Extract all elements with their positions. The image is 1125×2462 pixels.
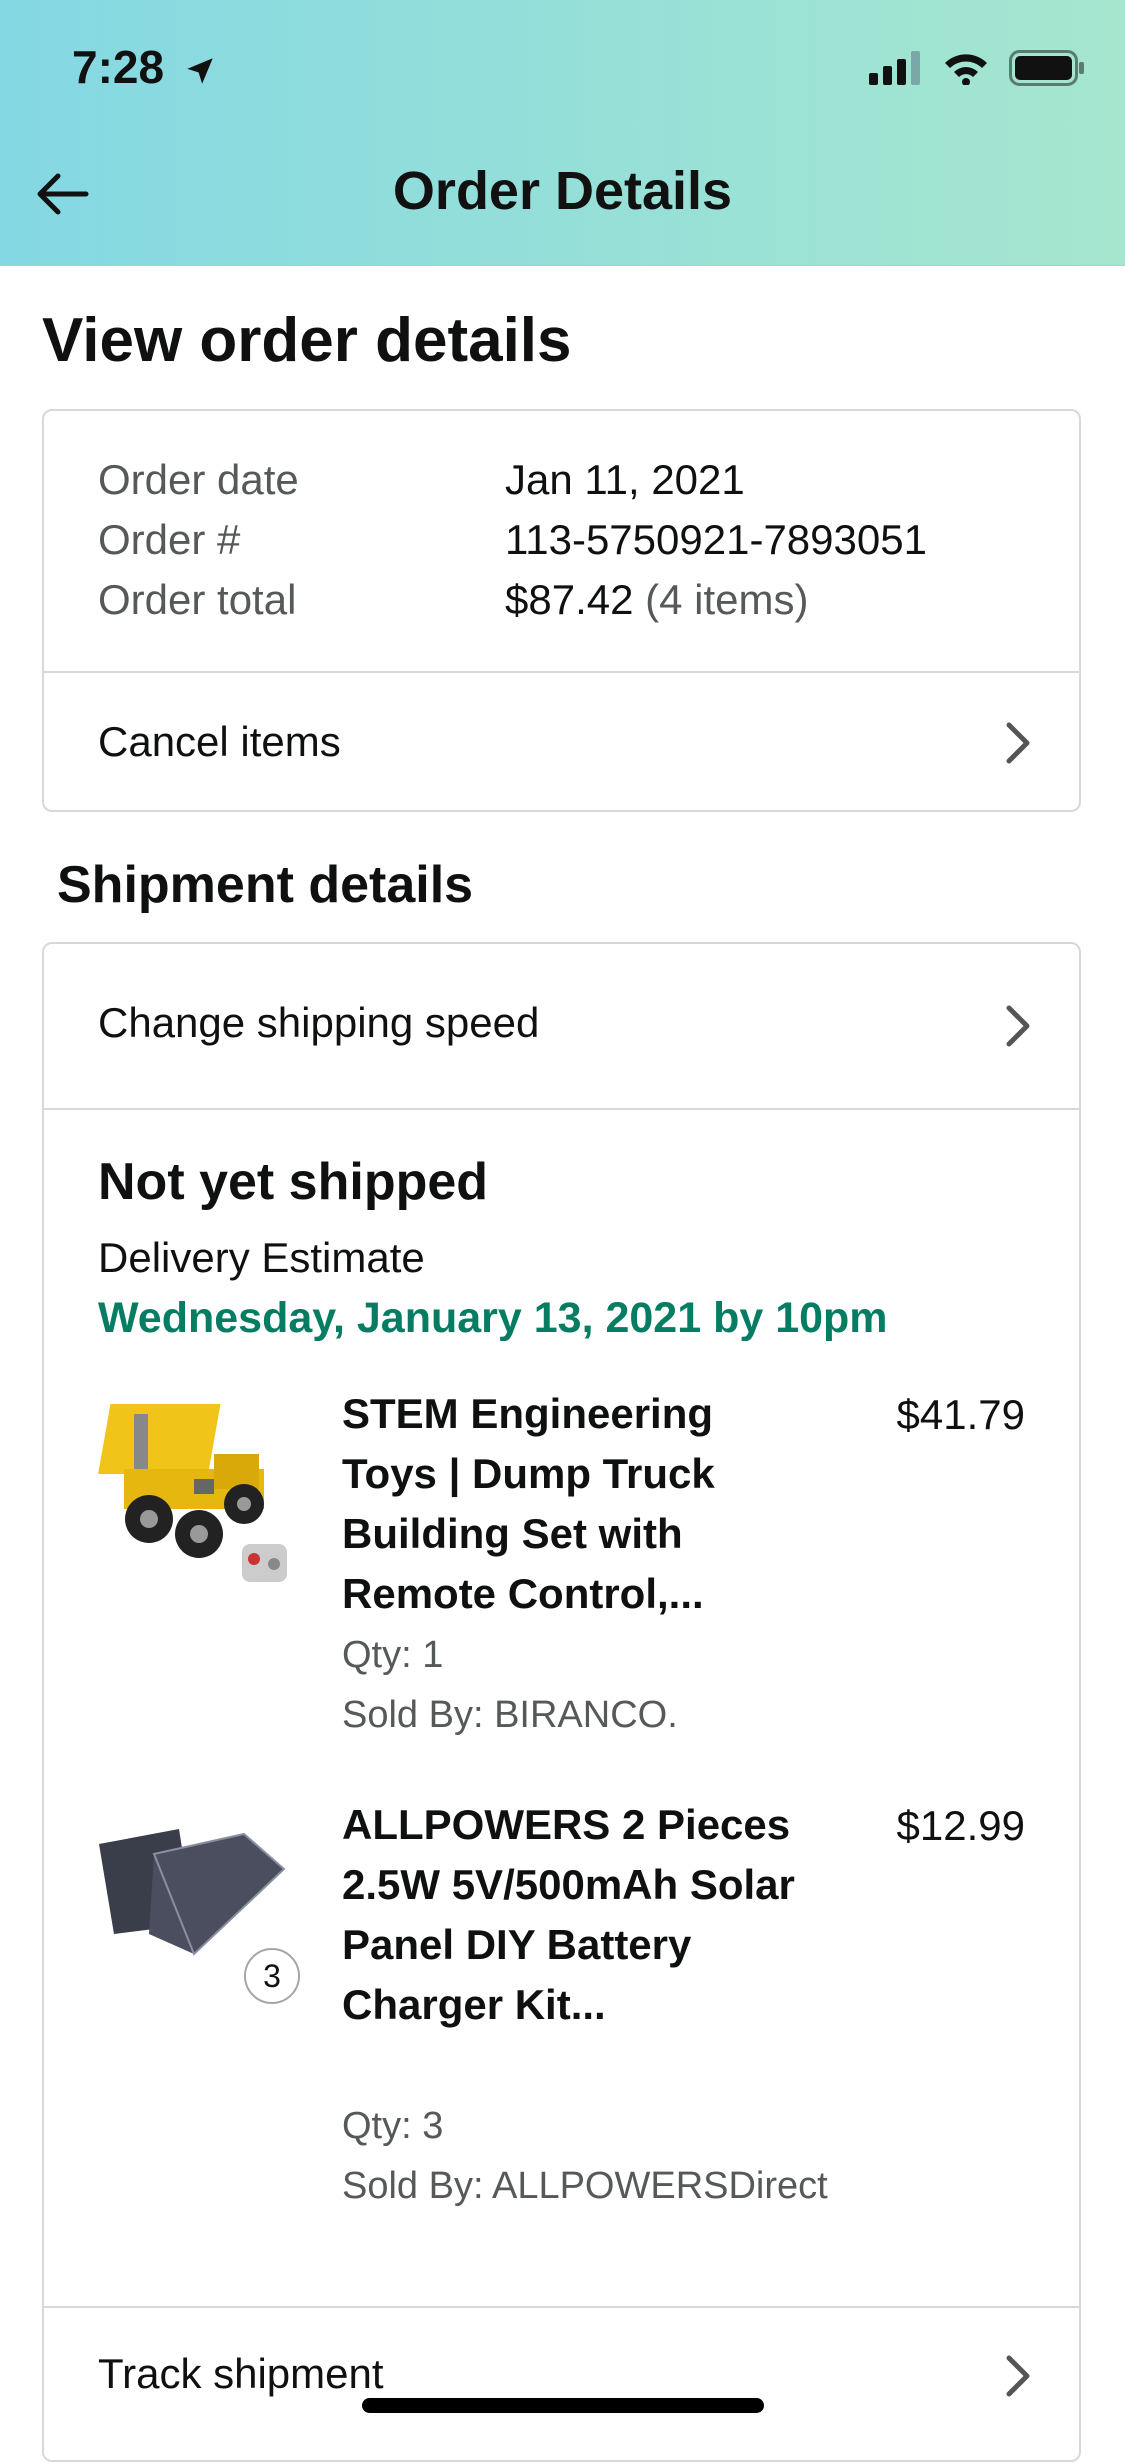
order-item-count: (4 items) xyxy=(645,576,809,623)
shipment-details-heading: Shipment details xyxy=(57,856,474,914)
shipment-status: Not yet shipped xyxy=(98,1153,489,1211)
status-icons xyxy=(869,50,1085,86)
chevron-right-icon xyxy=(1006,2355,1030,2397)
toy-truck-image[interactable] xyxy=(94,1384,294,1584)
change-shipping-speed-button[interactable]: Change shipping speed xyxy=(44,944,1079,1108)
item-price: $12.99 xyxy=(896,1802,1025,1849)
change-shipping-speed-label: Change shipping speed xyxy=(98,999,540,1046)
item-seller: Sold By: BIRANCO. xyxy=(342,1694,678,1736)
home-indicator[interactable] xyxy=(362,2398,764,2413)
wifi-icon xyxy=(945,54,987,85)
delivery-estimate-label: Delivery Estimate xyxy=(98,1234,425,1281)
chevron-right-icon xyxy=(1006,1005,1030,1047)
page-title: View order details xyxy=(42,306,572,375)
quantity-badge: 3 xyxy=(244,1948,300,2004)
order-date-value: Jan 11, 2021 xyxy=(505,456,745,503)
header-bar: 7:28 Order Details xyxy=(0,0,1125,266)
cancel-items-button[interactable]: Cancel items xyxy=(44,673,1079,812)
status-time-text: 7:28 xyxy=(72,41,165,93)
item-price: $41.79 xyxy=(896,1391,1025,1438)
order-summary-card: Order date Jan 11, 2021 Order # 113-5750… xyxy=(42,409,1081,812)
order-number-value: 113-5750921-7893051 xyxy=(505,516,927,563)
cancel-items-label: Cancel items xyxy=(98,718,341,765)
item-quantity: Qty: 3 xyxy=(342,2105,444,2147)
status-time: 7:28 xyxy=(72,40,217,94)
item-title[interactable]: ALLPOWERS 2 Pieces 2.5W 5V/500mAh Solar … xyxy=(342,1795,812,2035)
order-number-label: Order # xyxy=(98,516,241,563)
track-shipment-label: Track shipment xyxy=(98,2350,384,2397)
battery-icon xyxy=(1009,50,1084,86)
item-title[interactable]: STEM Engineering Toys | Dump Truck Build… xyxy=(342,1384,812,1624)
cellular-signal-icon xyxy=(869,51,920,85)
divider xyxy=(44,1108,1079,1110)
chevron-right-icon xyxy=(1006,722,1030,764)
order-total-value: $87.42 (4 items) xyxy=(505,576,809,624)
item-seller: Sold By: ALLPOWERSDirect xyxy=(342,2165,828,2207)
order-date-label: Order date xyxy=(98,456,299,503)
item-quantity: Qty: 1 xyxy=(342,1634,444,1676)
solar-panel-image[interactable] xyxy=(94,1824,294,1964)
order-total-amount: $87.42 xyxy=(505,576,634,623)
page-header-title: Order Details xyxy=(392,161,733,221)
delivery-estimate-date: Wednesday, January 13, 2021 by 10pm xyxy=(98,1294,888,1342)
order-total-label: Order total xyxy=(98,576,297,623)
location-arrow-icon xyxy=(187,58,213,84)
shipment-card: Change shipping speed Not yet shipped De… xyxy=(42,942,1081,2462)
